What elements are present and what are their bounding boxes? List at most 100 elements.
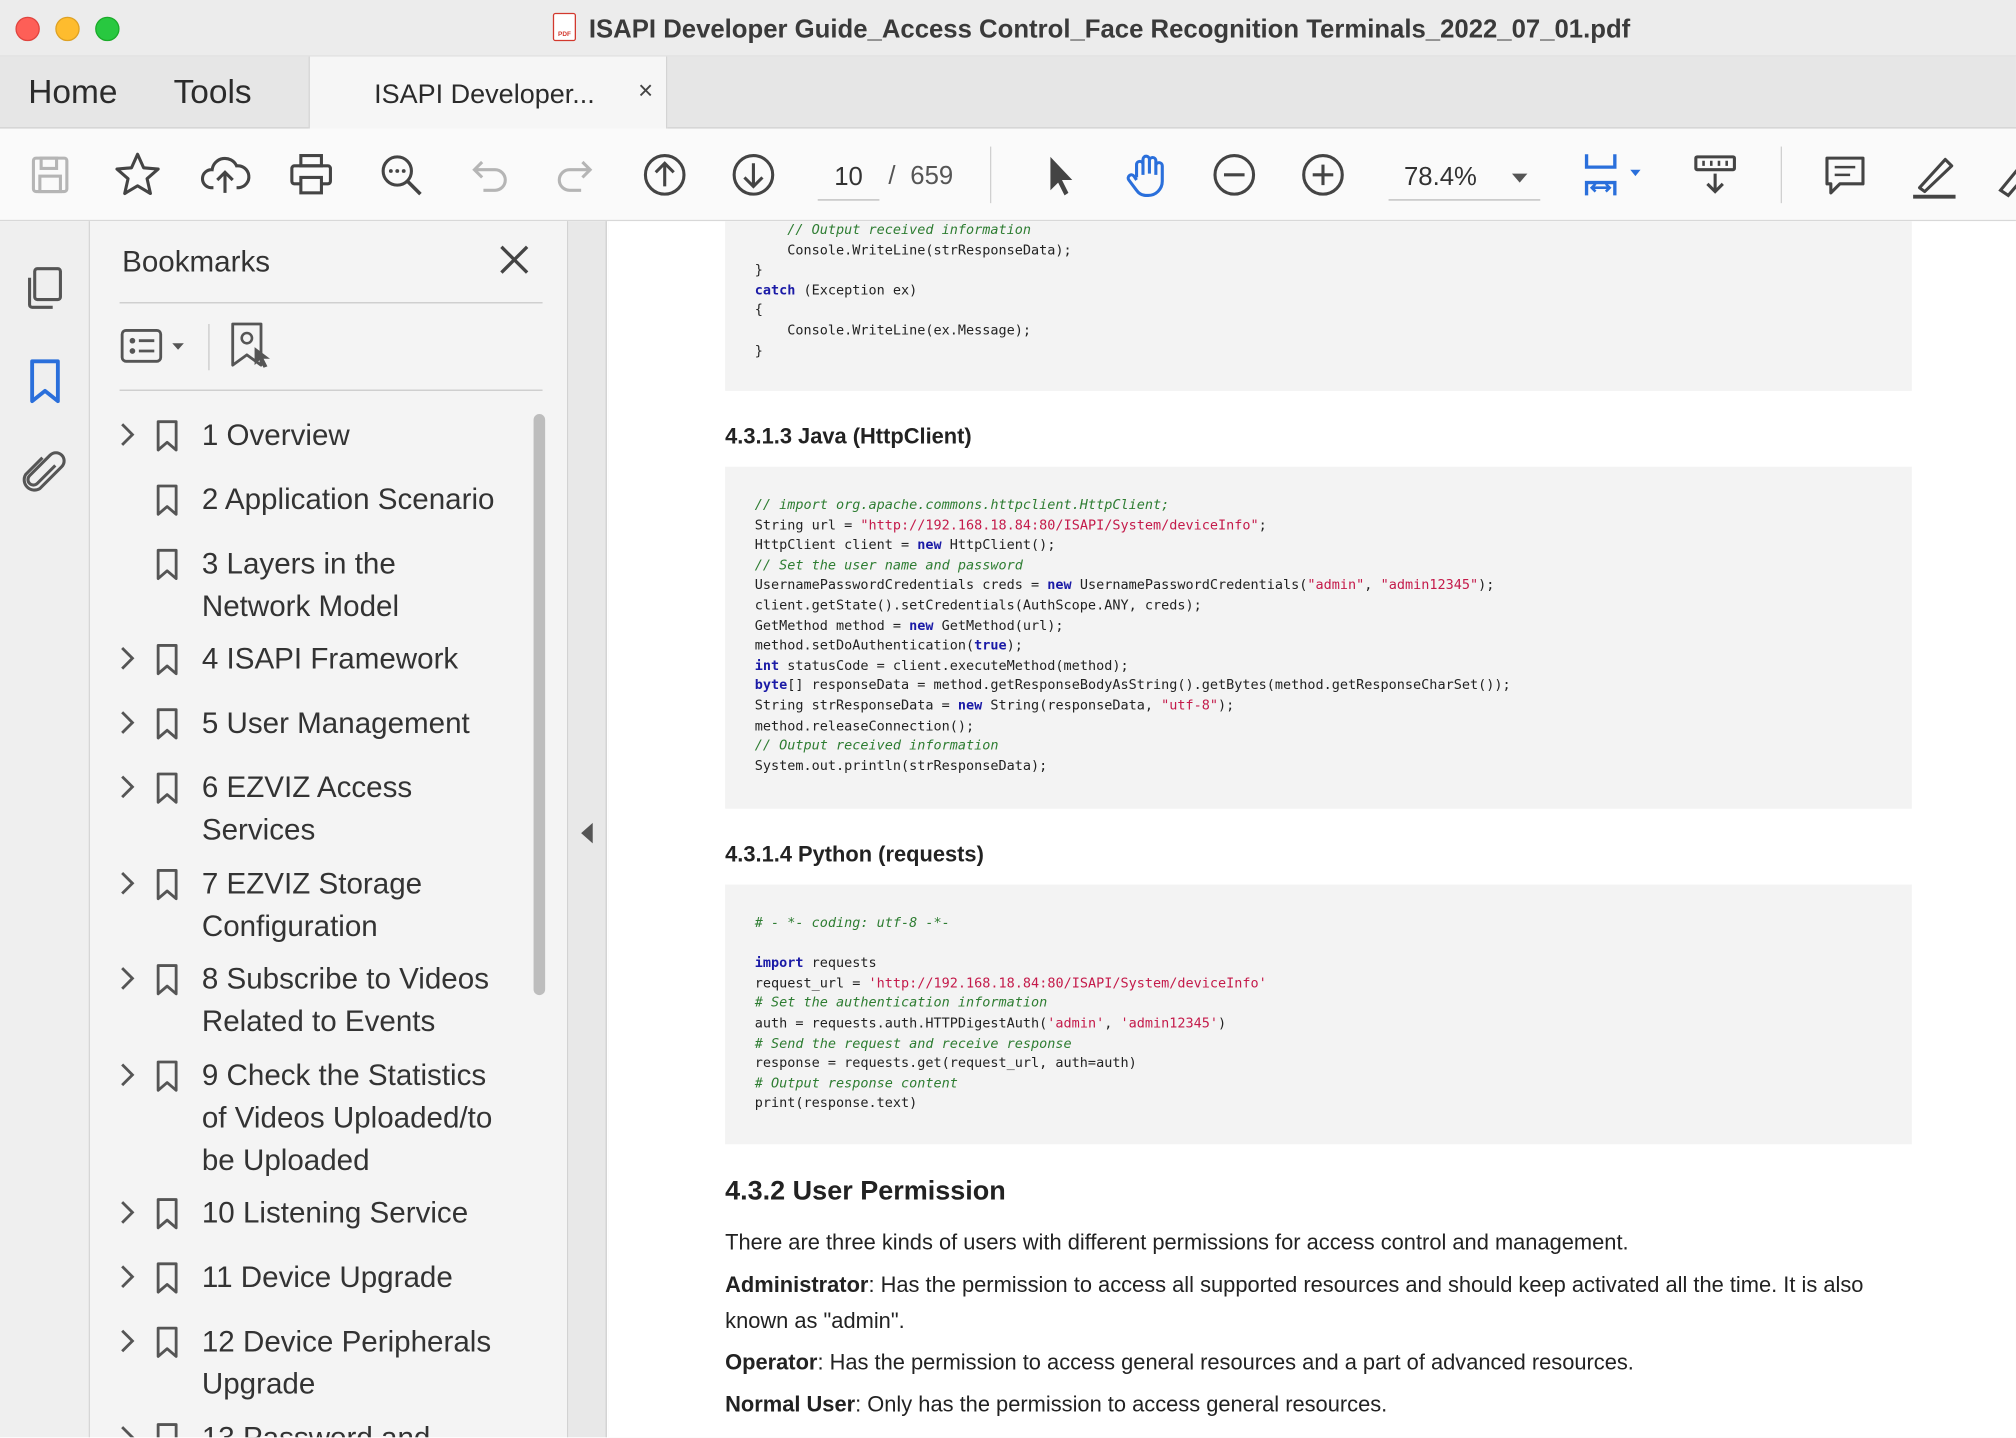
star-icon[interactable] [112,149,163,200]
bookmarks-panel: Bookmarks 1 Overview 2 Application Scenar… [89,221,569,1438]
divider [119,302,543,304]
chevron-right-icon[interactable] [118,1264,136,1290]
code-token: , [1104,1015,1121,1032]
scroll-mode-icon[interactable] [1689,149,1740,200]
document-viewport[interactable]: // Output received information Console.W… [608,221,2016,1438]
bookmark-item[interactable]: 9 Check the Statistics of Videos Uploaded… [90,1054,527,1181]
zoom-value: 78.4% [1403,163,1477,192]
chevron-right-icon[interactable] [118,1328,136,1354]
bookmark-item[interactable]: 12 Device Peripherals Upgrade [90,1320,527,1405]
chevron-right-icon[interactable] [118,1200,136,1226]
zoom-select[interactable]: 78.4% [1388,154,1541,201]
page-up-icon[interactable] [639,149,690,200]
code-token: byte [754,678,788,694]
code-line: System.out.println(strResponseData); [755,757,1912,777]
code-token: # Output response content [754,1075,958,1092]
toolbar-divider [989,146,992,204]
chevron-right-icon[interactable] [118,1062,136,1088]
bookmark-label: 1 Overview [202,414,523,456]
tab-document-label: ISAPI Developer... [374,79,595,110]
chevron-right-icon[interactable] [118,870,136,896]
code-line: byte[] responseData = method.getResponse… [755,677,1912,697]
chevron-right-icon[interactable] [118,1425,136,1438]
bookmark-item[interactable]: 6 EZVIZ Access Services [90,766,527,851]
code-token: auth = requests.auth.HTTPDigestAuth( [754,1015,1048,1032]
code-token: 'admin' [1047,1015,1105,1032]
bookmark-options-button[interactable] [120,324,197,370]
divider [208,323,210,371]
code-block: # - *- coding: utf-8 -*- import requests r… [725,884,1912,1145]
bookmark-item[interactable]: 1 Overview [90,414,527,456]
window-title: ISAPI Developer Guide_Access Control_Fac… [588,15,1631,44]
title-bar: ISAPI Developer Guide_Access Control_Fac… [0,0,2016,57]
redo-icon[interactable] [550,149,601,200]
collapse-panel-icon[interactable] [581,822,593,844]
chevron-right-icon[interactable] [118,422,136,448]
code-token: Console.WriteLine(ex.Message); [754,322,1032,339]
highlight-icon[interactable] [1907,149,1958,200]
code-line: // import org.apache.commons.httpclient.… [755,496,1912,516]
code-token: } [754,342,763,359]
code-line: String strResponseData = new String(resp… [755,697,1912,717]
select-cursor-icon[interactable] [1034,149,1085,200]
chevron-right-icon[interactable] [118,774,136,800]
code-line: # Send the request and receive response [755,1034,1912,1054]
bookmark-label-line: 1 Overview [201,417,350,452]
tab-tools[interactable]: Tools [174,72,252,112]
chevron-right-icon[interactable] [118,645,136,671]
new-bookmark-icon[interactable] [228,321,274,370]
code-token: "http://192.168.18.84:80/ISAPI/System/de… [860,517,1259,534]
search-icon[interactable] [375,149,426,200]
upload-icon[interactable] [199,149,251,200]
code-line: { [755,301,1912,321]
page-separator: / [888,161,896,191]
bookmark-flag-icon [156,1197,179,1230]
toolbar-divider [1780,146,1782,204]
pen-icon[interactable] [1990,149,2016,200]
tab-document[interactable]: ISAPI Developer... × [308,56,668,129]
tab-close-button[interactable]: × [638,77,653,107]
section-heading: 4.3.2 User Permission [725,1176,1006,1206]
code-line: Console.WriteLine(ex.Message); [755,321,1912,341]
panel-splitter[interactable] [568,221,607,1438]
scrollbar-thumb[interactable] [533,413,546,996]
bookmark-item[interactable]: 10 Listening Service [90,1192,527,1234]
save-icon[interactable] [24,149,75,200]
bookmark-label-line: 3 Layers in the [201,546,396,580]
code-token: "admin12345" [1380,577,1479,594]
code-line: } [755,261,1912,281]
code-token: GetMethod(url); [933,617,1064,634]
bookmark-item[interactable]: 4 ISAPI Framework [90,638,527,680]
code-line: // Output received information [755,221,1912,241]
zoom-out-icon[interactable] [1209,149,1260,200]
section-heading: 4.3.1.4 Python (requests) [725,842,984,867]
bookmark-flag-icon [156,1261,179,1294]
chevron-right-icon[interactable] [118,710,136,736]
attachment-icon[interactable] [19,447,70,498]
bookmarks-header: Bookmarks [122,244,271,278]
bookmark-item[interactable]: 11 Device Upgrade [90,1256,527,1298]
close-icon[interactable] [496,242,532,278]
fit-page-icon[interactable] [1579,149,1651,200]
page-total: 659 [910,161,954,191]
tab-home[interactable]: Home [28,72,117,112]
comment-icon[interactable] [1819,149,1870,200]
bookmark-icon[interactable] [19,355,70,406]
page-number-input[interactable]: 10 [817,154,880,201]
bookmark-item[interactable]: 2 Application Scenario [90,478,527,520]
page-down-icon[interactable] [728,149,779,200]
code-line: HttpClient client = new HttpClient(); [755,536,1912,556]
bookmark-item[interactable]: 13 Password and [90,1417,527,1438]
bookmark-item[interactable]: 7 EZVIZ Storage Configuration [90,863,527,948]
pages-icon[interactable] [19,262,70,313]
bookmark-item[interactable]: 3 Layers in the Network Model [90,543,527,628]
bookmark-label: 9 Check the Statistics of Videos Uploaded… [202,1054,523,1181]
bookmark-item[interactable]: 5 User Management [90,702,527,744]
hand-icon[interactable] [1121,149,1172,200]
bookmark-item[interactable]: 8 Subscribe to Videos Related to Events [90,958,527,1043]
undo-icon[interactable] [463,149,514,200]
print-icon[interactable] [285,149,336,200]
zoom-in-icon[interactable] [1297,149,1348,200]
chevron-right-icon[interactable] [118,966,136,992]
